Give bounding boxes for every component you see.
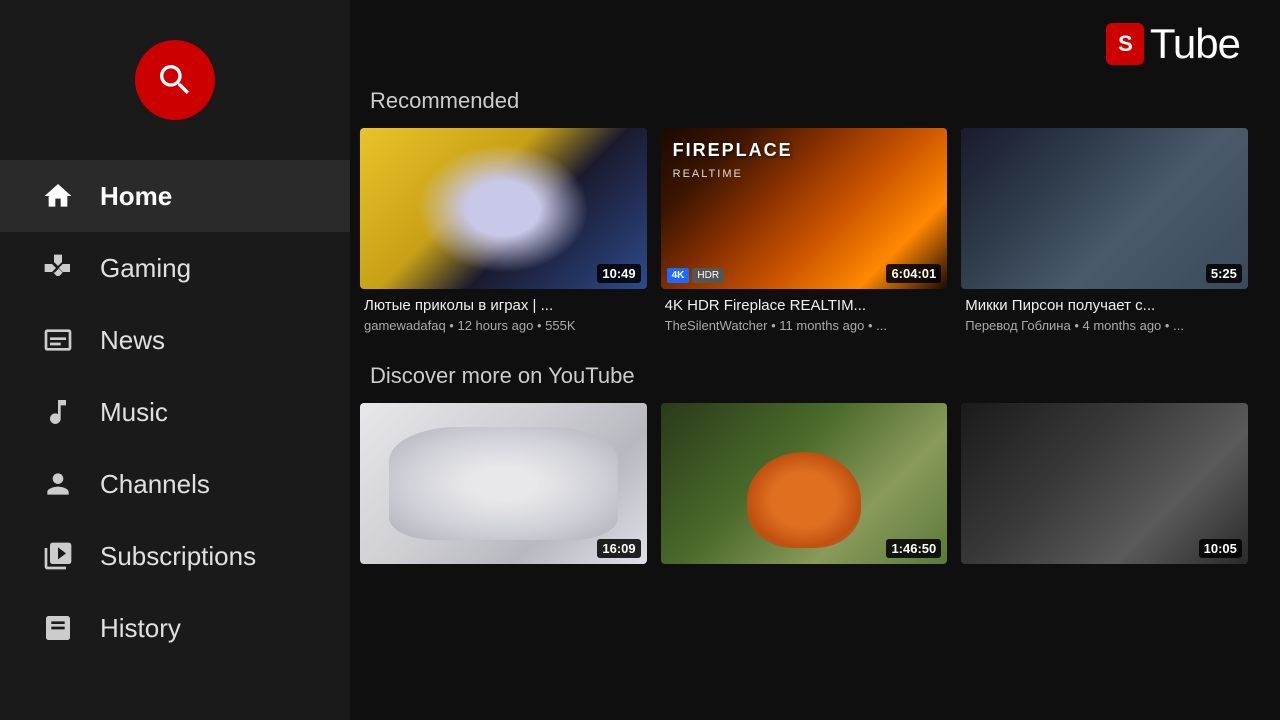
thumb-image-3 xyxy=(961,128,1248,289)
video-info-1: Лютые приколы в играх | ... gamewadafaq … xyxy=(360,289,647,333)
thumbnail-3: 5:25 xyxy=(961,128,1248,289)
sidebar: Home Gaming News Music Channels Subscrip… xyxy=(0,0,350,720)
logo-icon: S xyxy=(1106,23,1144,65)
time-ago-2: 11 months ago xyxy=(779,318,864,333)
history-icon xyxy=(40,610,76,646)
video-card-6[interactable]: 10:05 xyxy=(961,403,1248,564)
recommended-title: Recommended xyxy=(360,88,1250,114)
video-card-2[interactable]: FIREPLACE REALTIME 4K HDR 6:04:01 4K HDR… xyxy=(661,128,948,333)
sidebar-item-news[interactable]: News xyxy=(0,304,350,376)
time-ago-1: 12 hours ago xyxy=(457,318,533,333)
fireplace-text: FIREPLACE xyxy=(673,140,793,161)
search-icon xyxy=(155,60,195,100)
views-1: 555K xyxy=(545,318,575,333)
thumbnail-4: 16:09 xyxy=(360,403,647,564)
video-info-3: Микки Пирсон получает с... Перевод Гобли… xyxy=(961,289,1248,333)
fireplace-sub: REALTIME xyxy=(673,168,743,180)
discover-section: Discover more on YouTube 16:09 xyxy=(360,363,1250,564)
video-card-4[interactable]: 16:09 xyxy=(360,403,647,564)
badge-hdr: HDR xyxy=(692,268,724,283)
channels-icon xyxy=(40,466,76,502)
sidebar-item-music[interactable]: Music xyxy=(0,376,350,448)
hdr-badge: 4K HDR xyxy=(667,268,724,283)
duration-badge-3: 5:25 xyxy=(1206,264,1242,283)
recommended-row: 10:49 Лютые приколы в играх | ... gamewa… xyxy=(360,128,1250,333)
subscriptions-icon xyxy=(40,538,76,574)
search-button[interactable] xyxy=(135,40,215,120)
home-icon xyxy=(40,178,76,214)
video-meta-3: Перевод Гоблина • 4 months ago • ... xyxy=(965,318,1244,333)
views-2: ... xyxy=(876,318,887,333)
main-content: S Tube Recommended 10:49 Лютые приколы в… xyxy=(350,0,1280,720)
sidebar-label-news: News xyxy=(100,325,165,356)
duration-badge-4: 16:09 xyxy=(597,539,640,558)
video-card-3[interactable]: 5:25 Микки Пирсон получает с... Перевод … xyxy=(961,128,1248,333)
sidebar-label-channels: Channels xyxy=(100,469,210,500)
channel-name-3: Перевод Гоблина xyxy=(965,318,1070,333)
content-area: Recommended 10:49 Лютые приколы в играх … xyxy=(350,78,1280,604)
thumbnail-6: 10:05 xyxy=(961,403,1248,564)
channel-name-2: TheSilentWatcher xyxy=(665,318,768,333)
thumbnail-1: 10:49 xyxy=(360,128,647,289)
discover-row: 16:09 1:46:50 10:05 xyxy=(360,403,1250,564)
controller-shape xyxy=(389,427,618,540)
news-icon xyxy=(40,322,76,358)
music-icon xyxy=(40,394,76,430)
video-meta-2: TheSilentWatcher • 11 months ago • ... xyxy=(665,318,944,333)
cartoon-blob xyxy=(747,452,862,549)
sidebar-item-channels[interactable]: Channels xyxy=(0,448,350,520)
video-title-2: 4K HDR Fireplace REALTIM... xyxy=(665,297,944,314)
sidebar-label-gaming: Gaming xyxy=(100,253,191,284)
video-card-1[interactable]: 10:49 Лютые приколы в играх | ... gamewa… xyxy=(360,128,647,333)
gaming-icon xyxy=(40,250,76,286)
sidebar-item-history[interactable]: History xyxy=(0,592,350,664)
video-title-3: Микки Пирсон получает с... xyxy=(965,297,1244,314)
time-ago-3: 4 months ago xyxy=(1083,318,1162,333)
video-info-2: 4K HDR Fireplace REALTIM... TheSilentWat… xyxy=(661,289,948,333)
sidebar-item-gaming[interactable]: Gaming xyxy=(0,232,350,304)
sidebar-label-history: History xyxy=(100,613,181,644)
recommended-section: Recommended 10:49 Лютые приколы в играх … xyxy=(360,88,1250,333)
video-meta-1: gamewadafaq • 12 hours ago • 555K xyxy=(364,318,643,333)
thumbnail-5: 1:46:50 xyxy=(661,403,948,564)
sidebar-label-music: Music xyxy=(100,397,168,428)
sidebar-label-home: Home xyxy=(100,181,172,212)
discover-title: Discover more on YouTube xyxy=(360,363,1250,389)
logo-text: Tube xyxy=(1150,20,1240,68)
meta-separator-2: • xyxy=(537,318,545,333)
thumbnail-2: FIREPLACE REALTIME 4K HDR 6:04:01 xyxy=(661,128,948,289)
badge-4k: 4K xyxy=(667,268,690,283)
channel-name-1: gamewadafaq xyxy=(364,318,446,333)
sidebar-item-subscriptions[interactable]: Subscriptions xyxy=(0,520,350,592)
video-title-1: Лютые приколы в играх | ... xyxy=(364,297,643,314)
video-card-5[interactable]: 1:46:50 xyxy=(661,403,948,564)
duration-badge-6: 10:05 xyxy=(1199,539,1242,558)
duration-badge-5: 1:46:50 xyxy=(886,539,941,558)
sidebar-label-subscriptions: Subscriptions xyxy=(100,541,256,572)
logo: S Tube xyxy=(1106,20,1240,68)
duration-badge-2: 6:04:01 xyxy=(886,264,941,283)
top-bar: S Tube xyxy=(350,0,1280,78)
sidebar-item-home[interactable]: Home xyxy=(0,160,350,232)
duration-badge-1: 10:49 xyxy=(597,264,640,283)
views-3: ... xyxy=(1173,318,1184,333)
